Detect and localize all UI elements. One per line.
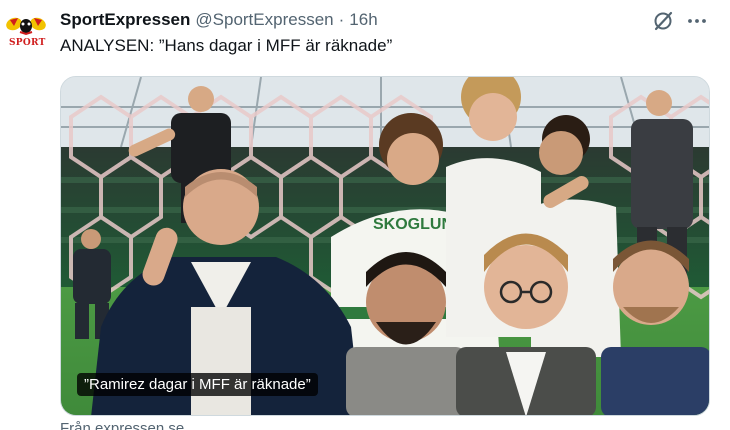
timestamp[interactable]: 16h [349,10,377,30]
display-name[interactable]: SportExpressen [60,10,190,30]
avatar[interactable]: SPORT [4,10,48,54]
more-button[interactable] [684,8,710,34]
tweet[interactable]: SPORT SportExpressen @SportExpressen · 1… [0,0,730,430]
user-handle[interactable]: @SportExpressen [195,10,333,30]
link-source[interactable]: Från expressen.se [60,420,184,430]
media-image: SKOGLUND [61,77,709,415]
grok-button[interactable] [650,8,676,34]
tweet-text: ANALYSEN: ”Hans dagar i MFF är räknade” [60,36,393,55]
grok-icon [654,11,673,31]
tweet-header: SportExpressen @SportExpressen · 16h [60,9,378,31]
avatar-word: SPORT [9,38,46,48]
separator-dot: · [338,10,345,29]
media-caption: ”Ramirez dagar i MFF är räknade” [77,373,318,396]
tweet-media[interactable]: SKOGLUND ”Ramirez dagar i MFF är räknade… [60,76,710,416]
more-icon [688,19,706,23]
